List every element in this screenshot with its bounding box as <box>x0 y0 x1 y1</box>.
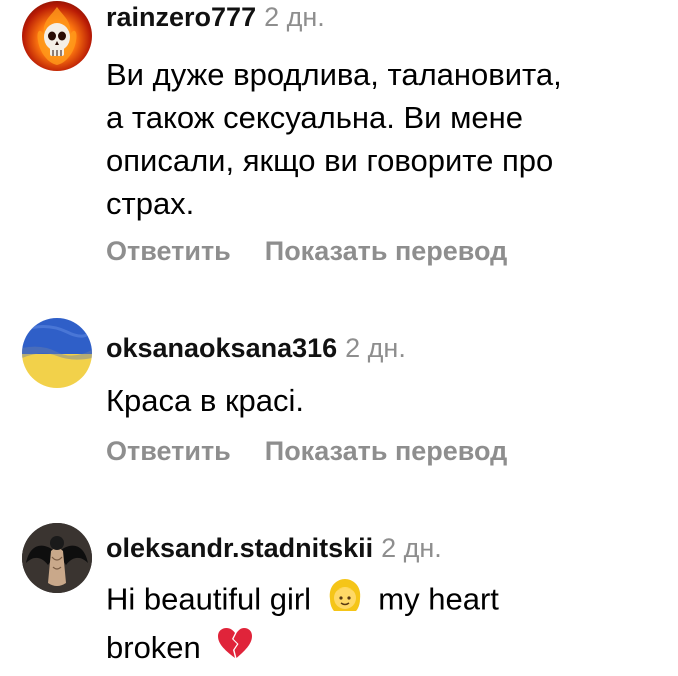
comment-text: Краса в красі. <box>106 379 304 422</box>
comment-item: rainzero777 2 дн. Ви дуже вродлива, талан… <box>0 0 678 290</box>
avatar[interactable] <box>22 523 92 593</box>
timestamp: 2 дн. <box>345 333 406 363</box>
comment-text-fragment: my heart <box>378 581 499 617</box>
comment-header: oksanaoksana316 2 дн. <box>106 333 406 364</box>
comment-text-fragment: broken <box>106 630 201 665</box>
comment-text-fragment: Hi beautiful girl <box>106 581 312 617</box>
username[interactable]: rainzero777 <box>106 2 256 32</box>
comment-text: Hi beautiful girl my heart broken <box>106 577 499 672</box>
avatar[interactable] <box>22 318 92 388</box>
flaming-skull-avatar-icon <box>37 7 77 65</box>
comment-actions: Ответить Показать перевод <box>106 236 507 267</box>
show-translation-button[interactable]: Показать перевод <box>265 436 508 466</box>
comment-header: oleksandr.stadnitskii 2 дн. <box>106 533 442 564</box>
comment-actions: Ответить Показать перевод <box>106 436 507 467</box>
comment-header: rainzero777 2 дн. <box>106 2 325 33</box>
comment-item: oleksandr.stadnitskii 2 дн. Hi beautiful … <box>0 500 678 676</box>
comment-text-line: Краса в красі. <box>106 383 305 418</box>
timestamp: 2 дн. <box>264 2 325 32</box>
show-translation-button[interactable]: Показать перевод <box>265 236 508 266</box>
comment-text-line: описали, якщо ви говорите про <box>106 143 554 178</box>
girl-face-emoji-icon <box>326 577 364 626</box>
broken-heart-emoji-icon <box>217 627 253 672</box>
comment-text-line: Ви дуже вродлива, талановита, <box>106 57 562 92</box>
winged-figure-avatar-icon <box>22 523 92 593</box>
comment-text-line: broken <box>106 626 499 672</box>
timestamp: 2 дн. <box>381 533 442 563</box>
comment-text: Ви дуже вродлива, талановита, а також се… <box>106 53 562 225</box>
comment-text-line: а також сексуальна. Ви мене <box>106 100 523 135</box>
comment-text-line: Hi beautiful girl my heart <box>106 577 499 626</box>
ukraine-flag-avatar-icon <box>22 318 92 388</box>
avatar[interactable] <box>22 1 92 71</box>
username[interactable]: oksanaoksana316 <box>106 333 337 363</box>
comment-text-line: страх. <box>106 186 195 221</box>
comment-item: oksanaoksana316 2 дн. Краса в красі. Отве… <box>0 300 678 480</box>
reply-button[interactable]: Ответить <box>106 436 231 466</box>
reply-button[interactable]: Ответить <box>106 236 231 266</box>
username[interactable]: oleksandr.stadnitskii <box>106 533 373 563</box>
